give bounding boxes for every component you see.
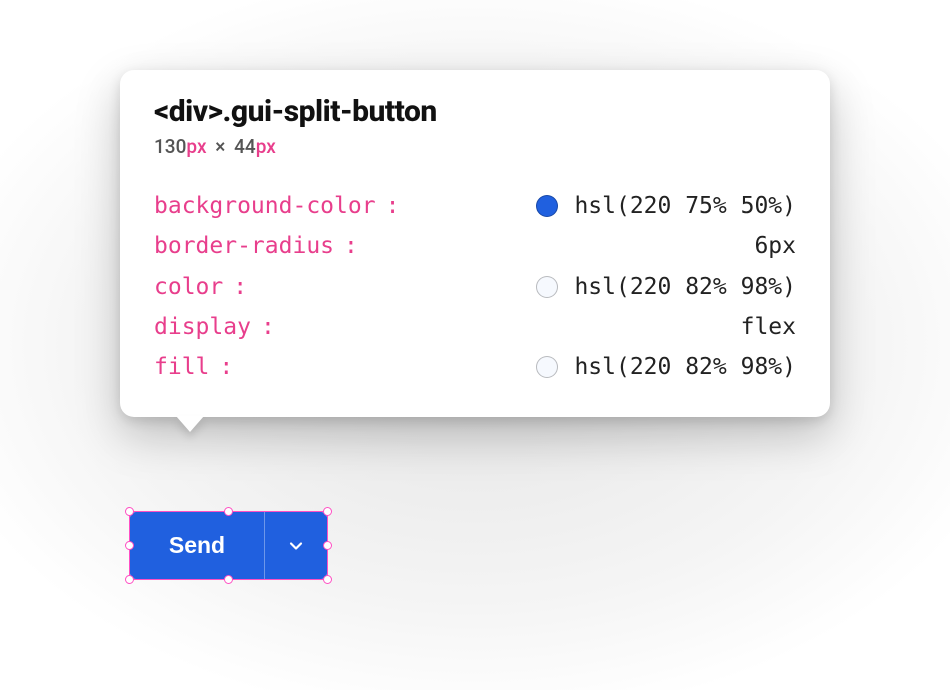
css-property-name: border-radius bbox=[154, 226, 334, 266]
dimension-times: × bbox=[215, 135, 225, 158]
inspect-tooltip: <div>.gui-split-button 130px × 44px back… bbox=[120, 70, 830, 417]
split-button-toggle[interactable] bbox=[265, 512, 327, 579]
css-property-value: flex bbox=[741, 307, 796, 347]
colon: : bbox=[261, 307, 275, 347]
colon: : bbox=[344, 226, 358, 266]
width-unit: px bbox=[186, 135, 206, 158]
css-property-row: border-radius: 6px bbox=[154, 226, 796, 266]
css-property-value: hsl(220 82% 98%) bbox=[574, 347, 796, 387]
selection-wrapper: Send bbox=[130, 512, 327, 579]
height-unit: px bbox=[256, 135, 276, 158]
colon: : bbox=[219, 347, 233, 387]
color-swatch bbox=[536, 276, 558, 298]
colon: : bbox=[386, 186, 400, 226]
canvas: <div>.gui-split-button 130px × 44px back… bbox=[0, 0, 950, 690]
css-property-value: 6px bbox=[754, 226, 796, 266]
split-button[interactable]: Send bbox=[130, 512, 327, 579]
css-property-name: color bbox=[154, 267, 223, 307]
css-property-row: background-color: hsl(220 75% 50%) bbox=[154, 186, 796, 226]
css-property-name: display bbox=[154, 307, 251, 347]
color-swatch bbox=[536, 356, 558, 378]
send-button-label: Send bbox=[169, 532, 225, 559]
css-property-value: hsl(220 82% 98%) bbox=[574, 267, 796, 307]
element-dimensions: 130px × 44px bbox=[154, 135, 796, 158]
css-property-row: fill: hsl(220 82% 98%) bbox=[154, 347, 796, 387]
css-property-row: display: flex bbox=[154, 307, 796, 347]
send-button[interactable]: Send bbox=[130, 512, 265, 579]
css-property-value: hsl(220 75% 50%) bbox=[574, 186, 796, 226]
css-property-name: fill bbox=[154, 347, 209, 387]
colon: : bbox=[233, 267, 247, 307]
chevron-down-icon bbox=[286, 536, 306, 556]
css-property-name: background-color bbox=[154, 186, 376, 226]
height-value: 44 bbox=[234, 135, 256, 158]
width-value: 130 bbox=[154, 135, 186, 158]
css-properties: background-color:hsl(220 75% 50%)border-… bbox=[154, 186, 796, 387]
color-swatch bbox=[536, 195, 558, 217]
element-selector: <div>.gui-split-button bbox=[154, 94, 796, 129]
css-property-row: color: hsl(220 82% 98%) bbox=[154, 267, 796, 307]
